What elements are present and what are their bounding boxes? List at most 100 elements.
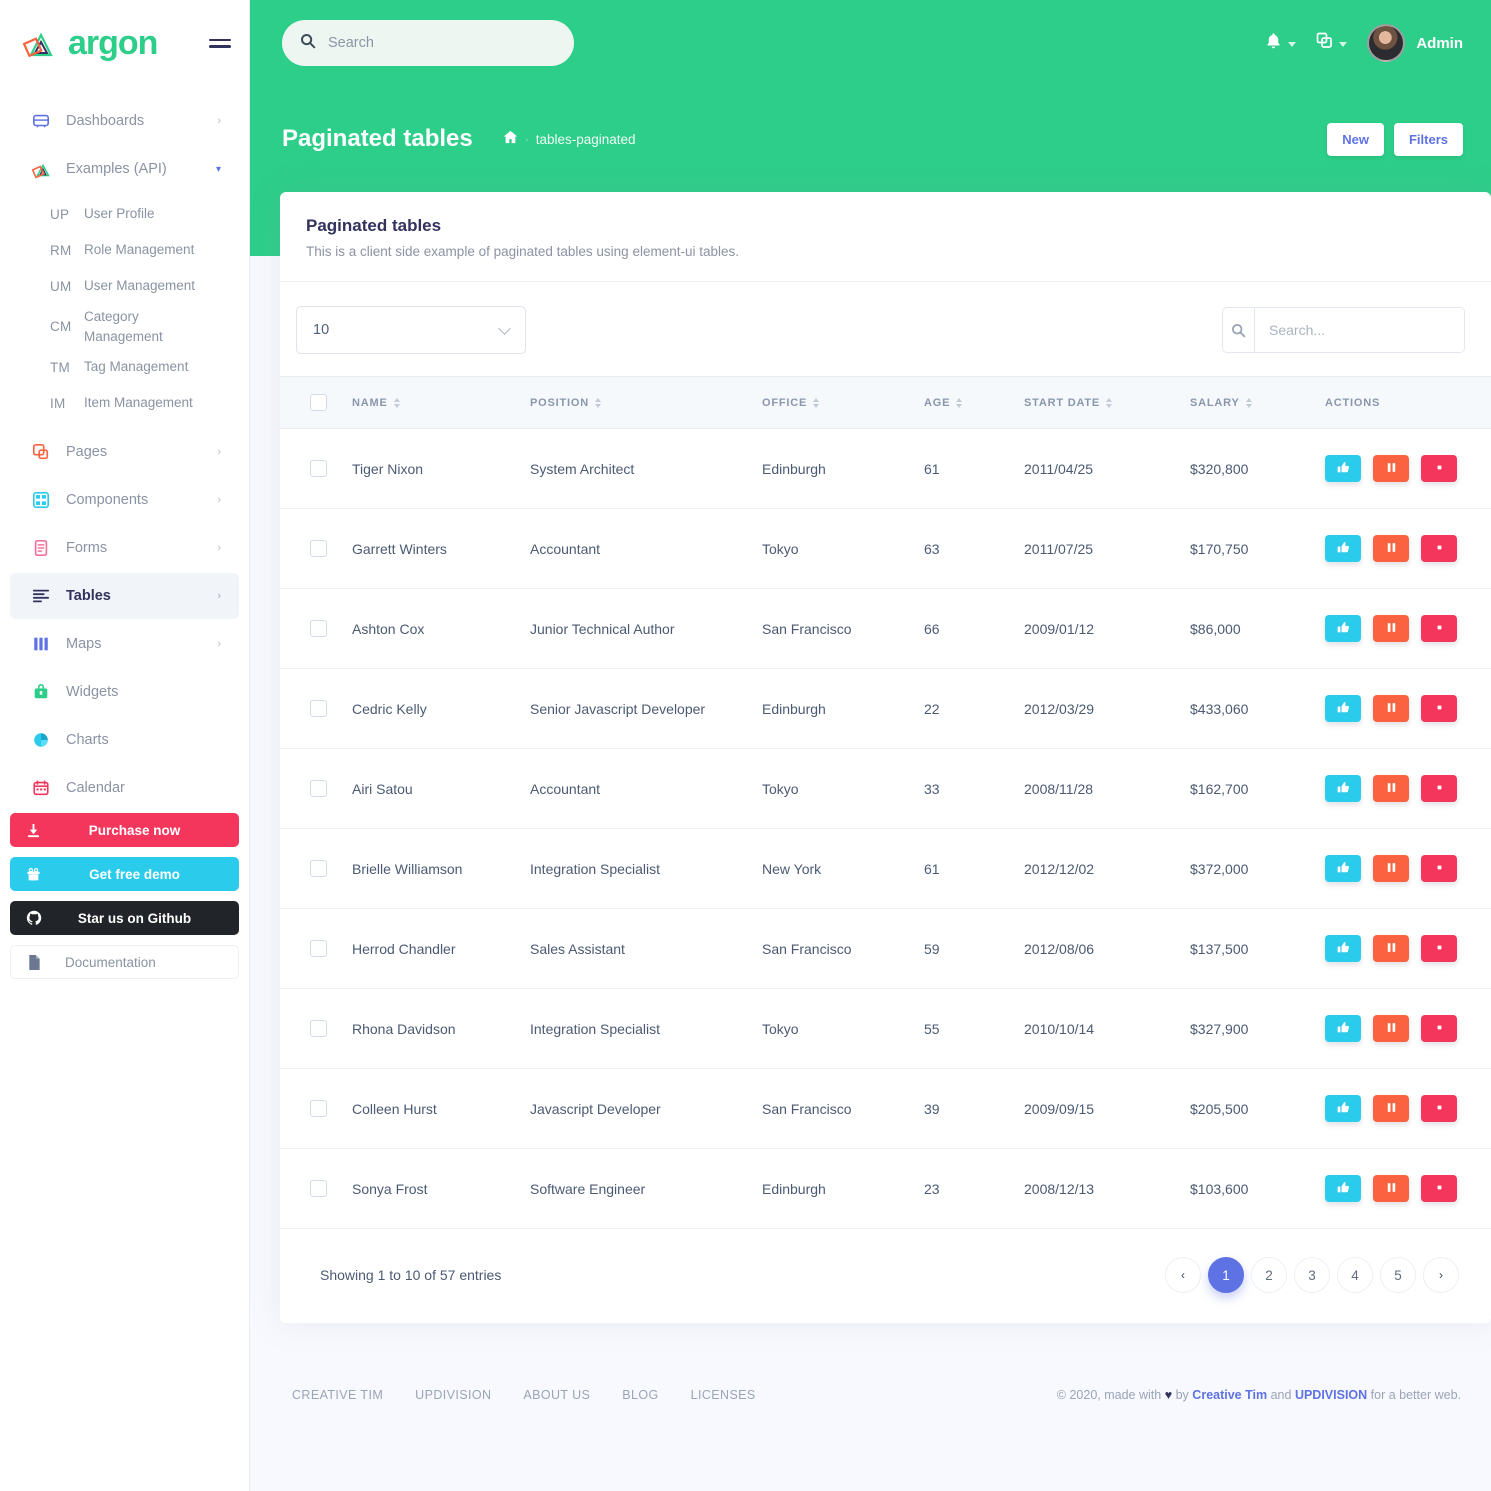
sidebar-subitem-item-management[interactable]: IM Item Management (0, 385, 249, 421)
sidebar-item-calendar[interactable]: Calendar (10, 765, 239, 811)
pagination-page-2[interactable]: 2 (1251, 1257, 1287, 1293)
sidebar-subitem-tag-management[interactable]: TM Tag Management (0, 349, 249, 385)
global-search[interactable] (282, 20, 574, 66)
footer-link[interactable]: LICENSES (691, 1388, 756, 1402)
th-office[interactable]: OFFICE (762, 376, 924, 429)
sidebar-item-components[interactable]: Components › (10, 477, 239, 523)
sidebar-item-pages[interactable]: Pages › (10, 429, 239, 475)
table-row[interactable]: Ashton Cox Junior Technical Author San F… (280, 588, 1491, 669)
table-row[interactable]: Herrod Chandler Sales Assistant San Fran… (280, 908, 1491, 989)
purchase-now-button[interactable]: Purchase now (10, 813, 239, 848)
table-row[interactable]: Cedric Kelly Senior Javascript Developer… (280, 668, 1491, 749)
brand-logo[interactable]: argon (22, 22, 158, 64)
row-checkbox[interactable] (310, 1020, 327, 1037)
table-row[interactable]: Garrett Winters Accountant Tokyo 63 2011… (280, 508, 1491, 589)
select-all-checkbox[interactable] (310, 394, 327, 411)
sidebar-subitem-category-management[interactable]: CM Category Management (0, 304, 249, 349)
sort-icon[interactable] (813, 397, 820, 408)
edit-button[interactable] (1373, 1095, 1409, 1122)
th-salary[interactable]: SALARY (1190, 376, 1325, 429)
filters-button[interactable]: Filters (1393, 122, 1463, 156)
sort-icon[interactable] (393, 397, 400, 408)
row-checkbox[interactable] (310, 700, 327, 717)
star-github-button[interactable]: Star us on Github (10, 901, 239, 936)
sidebar-item-charts[interactable]: Charts (10, 717, 239, 763)
sidebar-subitem-user-profile[interactable]: UP User Profile (0, 196, 249, 232)
th-name[interactable]: NAME (352, 376, 530, 429)
edit-button[interactable] (1373, 455, 1409, 482)
table-row[interactable]: Airi Satou Accountant Tokyo 33 2008/11/2… (280, 748, 1491, 829)
pagination-page-1[interactable]: 1 (1208, 1257, 1244, 1293)
like-button[interactable] (1325, 615, 1361, 642)
edit-button[interactable] (1373, 615, 1409, 642)
delete-button[interactable] (1421, 695, 1457, 722)
delete-button[interactable] (1421, 1015, 1457, 1042)
row-checkbox[interactable] (310, 540, 327, 557)
footer-brand-creative-tim[interactable]: Creative Tim (1192, 1388, 1267, 1402)
edit-button[interactable] (1373, 535, 1409, 562)
row-checkbox[interactable] (310, 780, 327, 797)
delete-button[interactable] (1421, 535, 1457, 562)
row-checkbox[interactable] (310, 860, 327, 877)
table-row[interactable]: Rhona Davidson Integration Specialist To… (280, 988, 1491, 1069)
sidebar-item-tables[interactable]: Tables › (10, 573, 239, 620)
sidebar-item-widgets[interactable]: Widgets (10, 669, 239, 715)
pagination-next[interactable]: › (1423, 1257, 1459, 1293)
sort-icon[interactable] (956, 397, 963, 408)
delete-button[interactable] (1421, 1175, 1457, 1202)
pagination-page-5[interactable]: 5 (1380, 1257, 1416, 1293)
like-button[interactable] (1325, 455, 1361, 482)
per-page-select[interactable]: 10 (296, 306, 526, 354)
footer-brand-updivision[interactable]: UPDIVISION (1295, 1388, 1367, 1402)
row-checkbox[interactable] (310, 940, 327, 957)
delete-button[interactable] (1421, 775, 1457, 802)
sort-icon[interactable] (1106, 397, 1113, 408)
table-row[interactable]: Brielle Williamson Integration Specialis… (280, 828, 1491, 909)
footer-link[interactable]: CREATIVE TIM (292, 1388, 383, 1402)
hamburger-icon[interactable] (209, 35, 231, 52)
footer-link[interactable]: ABOUT US (523, 1388, 590, 1402)
sort-icon[interactable] (1245, 397, 1252, 408)
like-button[interactable] (1325, 1095, 1361, 1122)
edit-button[interactable] (1373, 695, 1409, 722)
edit-button[interactable] (1373, 1015, 1409, 1042)
th-position[interactable]: POSITION (530, 376, 762, 429)
sidebar-item-dashboards[interactable]: Dashboards › (10, 98, 239, 144)
pagination-page-4[interactable]: 4 (1337, 1257, 1373, 1293)
edit-button[interactable] (1373, 1175, 1409, 1202)
sidebar-item-maps[interactable]: Maps › (10, 621, 239, 667)
table-row[interactable]: Sonya Frost Software Engineer Edinburgh … (280, 1148, 1491, 1229)
sidebar-item-forms[interactable]: Forms › (10, 525, 239, 571)
edit-button[interactable] (1373, 935, 1409, 962)
table-row[interactable]: Colleen Hurst Javascript Developer San F… (280, 1068, 1491, 1149)
table-row[interactable]: Tiger Nixon System Architect Edinburgh 6… (280, 428, 1491, 509)
like-button[interactable] (1325, 535, 1361, 562)
th-start-date[interactable]: START DATE (1024, 376, 1190, 429)
get-free-demo-button[interactable]: Get free demo (10, 857, 239, 892)
pagination-prev[interactable]: ‹ (1165, 1257, 1201, 1293)
row-checkbox[interactable] (310, 620, 327, 637)
search-input[interactable] (328, 35, 556, 51)
delete-button[interactable] (1421, 935, 1457, 962)
home-icon[interactable] (503, 130, 518, 149)
new-button[interactable]: New (1327, 122, 1384, 156)
sidebar-subitem-role-management[interactable]: RM Role Management (0, 232, 249, 268)
like-button[interactable] (1325, 1015, 1361, 1042)
notifications-dropdown[interactable] (1265, 32, 1297, 55)
edit-button[interactable] (1373, 855, 1409, 882)
documentation-button[interactable]: Documentation (10, 945, 239, 980)
sidebar-subitem-user-management[interactable]: UM User Management (0, 268, 249, 304)
like-button[interactable] (1325, 695, 1361, 722)
row-checkbox[interactable] (310, 1180, 327, 1197)
like-button[interactable] (1325, 1175, 1361, 1202)
pagination-page-3[interactable]: 3 (1294, 1257, 1330, 1293)
row-checkbox[interactable] (310, 1100, 327, 1117)
footer-link[interactable]: UPDIVISION (415, 1388, 491, 1402)
th-age[interactable]: AGE (924, 376, 1024, 429)
delete-button[interactable] (1421, 855, 1457, 882)
like-button[interactable] (1325, 935, 1361, 962)
like-button[interactable] (1325, 775, 1361, 802)
footer-link[interactable]: BLOG (622, 1388, 658, 1402)
sidebar-item-examples[interactable]: Examples (API) ▾ (10, 146, 239, 192)
edit-button[interactable] (1373, 775, 1409, 802)
